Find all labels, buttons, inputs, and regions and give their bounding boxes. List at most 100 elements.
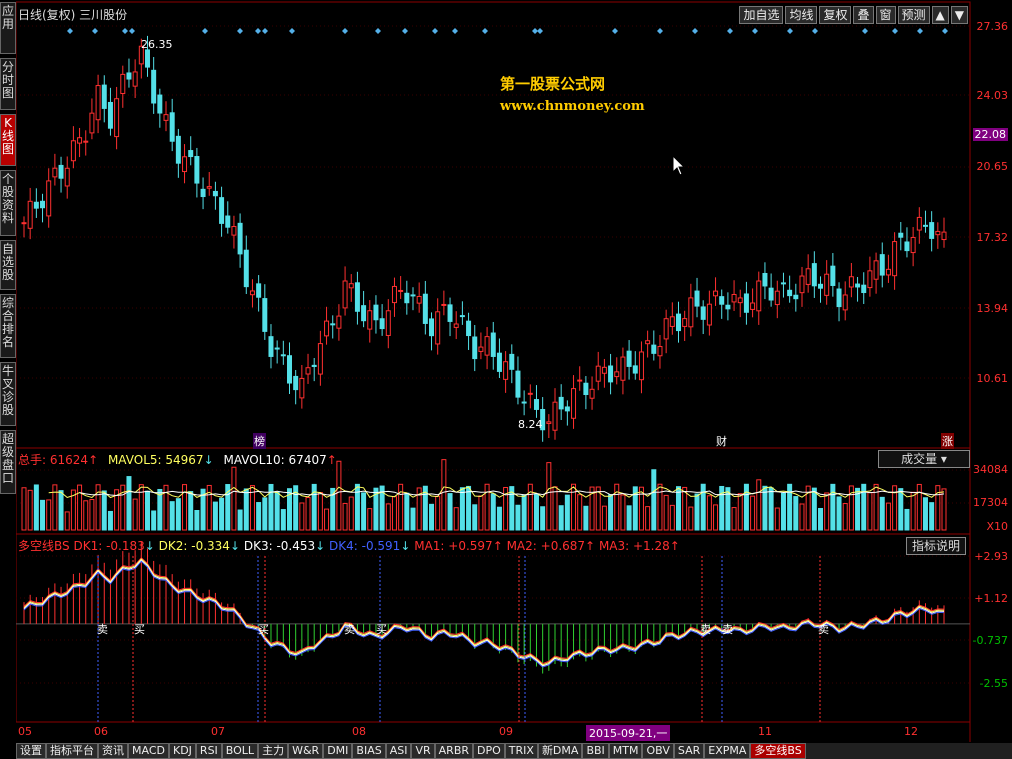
indicator-tab-15[interactable]: TRIX (504, 743, 538, 759)
indicator-tab-22[interactable]: 多空线BS (750, 743, 806, 759)
candle-body (188, 150, 194, 158)
candle-body (626, 350, 632, 367)
indicator-tab-20[interactable]: SAR (673, 743, 705, 759)
scroll-down-icon[interactable]: ▼ (950, 6, 968, 24)
volume-bar (354, 483, 360, 531)
sidebar-tab-stock-info[interactable]: 个股资料 (0, 170, 16, 236)
candle-body (114, 98, 120, 138)
scroll-up-icon[interactable]: ▲ (931, 6, 949, 24)
candle-body (719, 296, 725, 305)
volume-indicator-select[interactable]: 成交量 ▾ (878, 450, 970, 468)
candle-body (287, 355, 293, 384)
volume-bar (811, 487, 817, 531)
candle-body (713, 290, 719, 297)
event-diamond (92, 28, 98, 34)
volume-bar (768, 487, 774, 531)
indicator-tab-9[interactable]: DMI (323, 743, 353, 759)
event-diamond (237, 28, 243, 34)
indicator-tab-10[interactable]: BIAS (352, 743, 386, 759)
candle-body (675, 313, 681, 332)
sidebar-tab-order-book[interactable]: 超级盘口 (0, 430, 16, 494)
indicator-tab-13[interactable]: ARBR (434, 743, 474, 759)
candle-body (101, 84, 107, 109)
indicator-tab-17[interactable]: BBI (582, 743, 609, 759)
volume-bar (83, 500, 89, 531)
volume-bar (21, 487, 27, 531)
adjust-price-button[interactable]: 复权 (819, 6, 852, 24)
indicator-tab-16[interactable]: 新DMA (537, 743, 583, 759)
indicator-tab-14[interactable]: DPO (473, 743, 505, 759)
volume-bar (256, 502, 262, 531)
indicator-tab-18[interactable]: MTM (608, 743, 643, 759)
volume-bar (608, 494, 614, 531)
add-watchlist-button[interactable]: 加自选 (739, 6, 784, 24)
event-marker-zhang[interactable]: 涨 (941, 433, 954, 449)
volume-bar (713, 504, 719, 531)
sidebar-tab-kline[interactable]: K线图 (0, 114, 16, 166)
sidebar-tab-diagnosis[interactable]: 牛叉诊股 (0, 362, 16, 426)
ma2-value: MA2: +0.687 (506, 539, 586, 553)
indicator-tab-6[interactable]: BOLL (221, 743, 259, 759)
indicator-tab-0[interactable]: 设置 (16, 743, 46, 759)
dk1-line (23, 557, 945, 665)
candle-body (904, 241, 910, 252)
candle-body (669, 316, 675, 327)
volume-bar (595, 486, 601, 531)
volume-bar (391, 496, 397, 531)
volume-bar (626, 505, 632, 531)
indicator-tab-19[interactable]: OBV (642, 743, 674, 759)
candle-body (225, 215, 231, 228)
signal-label: 卖 (97, 623, 108, 636)
candle-body (552, 401, 558, 431)
indicator-tab-2[interactable]: 资讯 (98, 743, 128, 759)
sidebar-tab-intraday[interactable]: 分时图 (0, 58, 16, 110)
indicator-help-button[interactable]: 指标说明 (906, 537, 966, 555)
price-tick: 10.61 (976, 372, 1009, 385)
volume-bar (904, 508, 910, 531)
candle-body (805, 268, 811, 285)
moving-average-button[interactable]: 均线 (785, 6, 818, 24)
candle-body (533, 399, 539, 410)
volume-bar (231, 466, 237, 531)
volume-bar (842, 503, 848, 531)
volume-bar (663, 494, 669, 531)
candle-body (410, 294, 416, 297)
total-volume-value: 61624 (49, 453, 89, 467)
indicator-tab-4[interactable]: KDJ (168, 743, 196, 759)
candle-body (89, 112, 95, 134)
candle-body (256, 283, 262, 298)
indicator-tab-3[interactable]: MACD (128, 743, 169, 759)
indicator-tab-12[interactable]: VR (411, 743, 435, 759)
sidebar-tab-apps[interactable]: 应用 (0, 2, 16, 54)
volume-bar (299, 502, 305, 531)
candle-body (892, 241, 898, 277)
candle-body (818, 283, 824, 289)
candle-body (200, 188, 206, 198)
event-diamond (892, 28, 898, 34)
candle-body (478, 346, 484, 352)
candle-body (107, 101, 113, 129)
overlay-button[interactable]: 叠 (853, 6, 874, 24)
indicator-tab-5[interactable]: RSI (195, 743, 222, 759)
volume-bar (194, 510, 200, 531)
sidebar-tab-watchlist[interactable]: 自选股 (0, 240, 16, 290)
window-button[interactable]: 窗 (875, 6, 896, 24)
sidebar-tab-ranking[interactable]: 综合排名 (0, 294, 16, 358)
candle-body (756, 280, 762, 312)
indicator-tick: +1.12 (974, 592, 1008, 605)
candle-body (21, 222, 27, 225)
candle-body (27, 200, 33, 229)
indicator-tab-7[interactable]: 主力 (258, 743, 289, 759)
candle-body (663, 318, 669, 340)
indicator-tab-1[interactable]: 指标平台 (46, 743, 98, 759)
event-marker-bang[interactable]: 榜 (253, 433, 266, 449)
event-marker-cai[interactable]: 财 (716, 433, 727, 449)
indicator-tab-11[interactable]: ASI (385, 743, 412, 759)
signal-label: 卖 (722, 623, 733, 636)
forecast-button[interactable]: 预测 (897, 6, 930, 24)
volume-bar (404, 492, 410, 531)
candle-body (916, 216, 922, 231)
indicator-tab-8[interactable]: W&R (288, 743, 324, 759)
indicator-tab-21[interactable]: EXPMA (704, 743, 751, 759)
volume-bar (40, 499, 46, 531)
